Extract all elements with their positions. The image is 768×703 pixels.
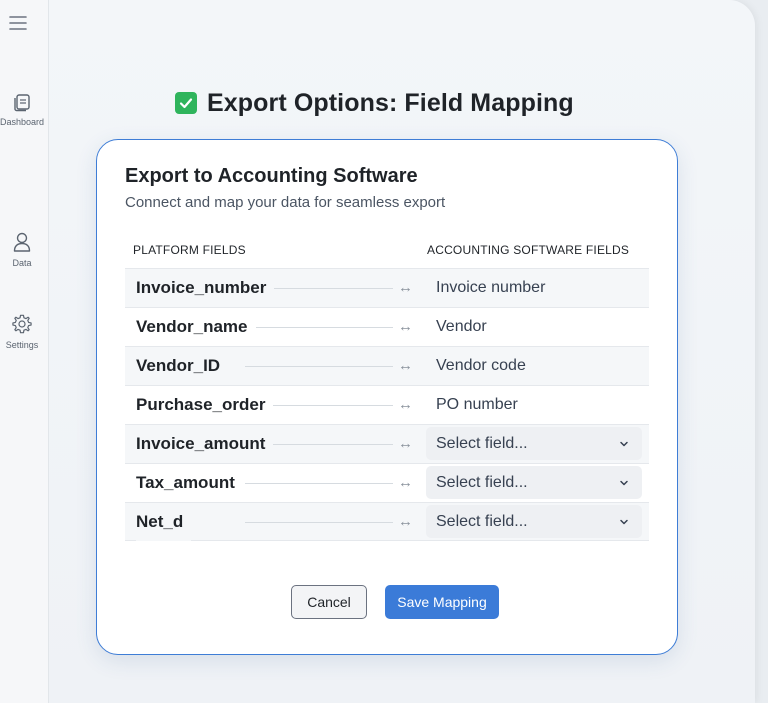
mapping-row-tax-amount: Tax_amount ↔ Select field... — [125, 463, 649, 502]
dashboard-icon — [14, 94, 30, 112]
page-title-text: Export Options: Field Mapping — [207, 88, 574, 117]
sidebar: Dashboard Data Settings — [0, 0, 49, 703]
select-value: Select field... — [436, 473, 528, 491]
connector-line — [245, 366, 393, 367]
mapped-field: Vendor code — [436, 357, 526, 374]
platform-field: Tax_amount — [136, 464, 243, 502]
sidebar-item-dashboard[interactable]: Dashboard — [0, 92, 52, 127]
mapped-field: PO number — [436, 396, 518, 413]
accounting-field-select[interactable]: Select field... — [426, 427, 642, 460]
select-value: Select field... — [436, 512, 528, 530]
platform-field: Invoice_number — [136, 269, 275, 307]
mapped-field: Vendor — [436, 318, 487, 335]
accounting-field-select[interactable]: Select field... — [426, 466, 642, 499]
mapping-row-invoice-amount: Invoice_amount ↔ Select field... — [125, 424, 649, 463]
mapping-row-net-d: Net_d ↔ Select field... — [125, 502, 649, 541]
page-title: Export Options: Field Mapping — [175, 86, 574, 120]
connector-line — [245, 483, 393, 484]
chevron-down-icon — [620, 441, 628, 446]
export-mapping-card: Export to Accounting Software Connect an… — [96, 139, 678, 655]
select-value: Select field... — [436, 434, 528, 452]
platform-field: Vendor_ID — [136, 347, 229, 385]
cancel-button[interactable]: Cancel — [291, 585, 367, 619]
bidirectional-arrow-icon: ↔ — [398, 474, 413, 491]
hamburger-menu-icon[interactable] — [8, 14, 28, 32]
chevron-down-icon — [620, 480, 628, 485]
accounting-field-select[interactable]: Select field... — [426, 505, 642, 538]
mapping-row-invoice-number: Invoice_number ↔ Invoice number — [125, 268, 649, 307]
mapping-row-vendor-name: Vendor_name ↔ Vendor — [125, 307, 649, 346]
accounting-fields-header: ACCOUNTING SOFTWARE FIELDS — [427, 243, 630, 257]
bidirectional-arrow-icon: ↔ — [398, 435, 413, 452]
connector-line — [245, 327, 393, 328]
mapping-row-vendor-id: Vendor_ID ↔ Vendor code — [125, 346, 649, 385]
mapping-row-purchase-order: Purchase_order ↔ PO number — [125, 385, 649, 424]
bidirectional-arrow-icon: ↔ — [398, 318, 413, 335]
platform-field: Vendor_name — [136, 308, 256, 346]
gear-icon — [12, 314, 32, 334]
app-window: Dashboard Data Settings Export Options: … — [0, 0, 755, 703]
bidirectional-arrow-icon: ↔ — [398, 357, 413, 374]
sidebar-item-label: Data — [12, 258, 32, 268]
chevron-down-icon — [620, 519, 628, 524]
platform-field: Purchase_order — [136, 386, 274, 424]
card-title: Export to Accounting Software — [125, 165, 418, 187]
platform-fields-header: PLATFORM FIELDS — [133, 243, 246, 257]
save-mapping-button[interactable]: Save Mapping — [385, 585, 499, 619]
platform-field: Invoice_amount — [136, 425, 274, 463]
mapping-table: Invoice_number ↔ Invoice number Vendor_n… — [125, 268, 649, 541]
mapped-field: Invoice number — [436, 279, 546, 296]
bidirectional-arrow-icon: ↔ — [398, 396, 413, 413]
user-icon — [13, 232, 31, 252]
card-subtitle: Connect and map your data for seamless e… — [125, 194, 446, 211]
platform-field: Net_d — [136, 503, 192, 541]
bidirectional-arrow-icon: ↔ — [398, 513, 413, 530]
sidebar-item-label: Dashboard — [0, 117, 45, 127]
sidebar-item-label: Settings — [5, 340, 39, 350]
check-box-icon — [175, 92, 197, 114]
connector-line — [245, 522, 393, 523]
bidirectional-arrow-icon: ↔ — [398, 279, 413, 296]
sidebar-item-data[interactable]: Data — [0, 231, 52, 268]
sidebar-item-settings[interactable]: Settings — [0, 313, 52, 350]
